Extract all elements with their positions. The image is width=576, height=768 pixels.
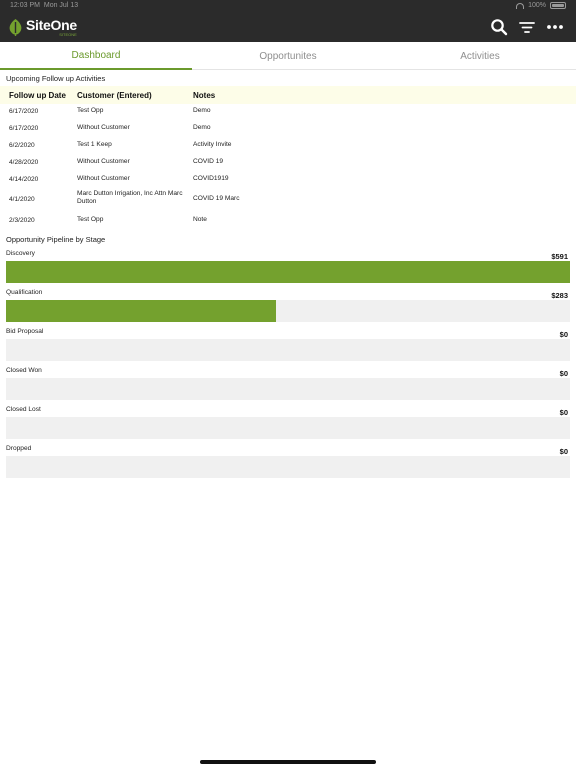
more-icon[interactable]: [546, 18, 564, 36]
row-date: 4/28/2020: [9, 159, 39, 166]
row-customer: Test Opp: [77, 216, 104, 223]
stage-label: Closed Won: [6, 367, 42, 374]
stage-bar-track: [6, 378, 570, 400]
row-customer: Without Customer: [77, 175, 130, 182]
row-date: 4/1/2020: [9, 196, 35, 203]
row-notes: Demo: [193, 107, 211, 114]
brand-text: SiteOne SITEONE: [26, 18, 77, 37]
stage-label: Dropped: [6, 445, 32, 452]
stage-value: $0: [559, 408, 568, 417]
followups-table-header: Follow up Date Customer (Entered) Notes: [0, 86, 576, 104]
leaf-logo-icon: [9, 18, 22, 36]
status-bar: 12:03 PM Mon Jul 13 100%: [0, 0, 576, 12]
stage-bar-fill: [6, 261, 570, 283]
row-notes: Activity Invite: [193, 141, 232, 148]
row-notes: COVID1919: [193, 175, 229, 182]
status-date: Mon Jul 13: [43, 2, 79, 9]
stage-label: Discovery: [6, 250, 35, 257]
stage-bar-track: [6, 456, 570, 478]
row-customer: Test Opp: [77, 107, 104, 114]
stage-label: Qualification: [6, 289, 43, 296]
stage-bar-track: [6, 300, 570, 322]
row-customer: Marc Dutton Irrigation, Inc Attn Marc Du…: [77, 190, 183, 205]
app-top-bar: 12:03 PM Mon Jul 13 100% SiteOne SITEONE: [0, 0, 576, 42]
wifi-icon: [516, 2, 525, 9]
row-date: 6/2/2020: [9, 142, 35, 149]
stage-value: $283: [551, 291, 568, 300]
row-notes: COVID 19 Marc: [193, 195, 240, 202]
search-icon[interactable]: [490, 18, 508, 36]
header-followup-date: Follow up Date: [9, 91, 66, 100]
stage-value: $0: [559, 369, 568, 378]
row-customer: Without Customer: [77, 124, 130, 131]
row-customer: Test 1 Keep: [77, 141, 112, 148]
status-right: 100%: [516, 2, 566, 9]
stage-bar-track: [6, 261, 570, 283]
followups-title: Upcoming Follow up Activities: [6, 74, 106, 83]
tab-dashboard[interactable]: Dashboard: [0, 42, 192, 70]
stage-label: Closed Lost: [6, 406, 41, 413]
row-date: 6/17/2020: [9, 108, 39, 115]
status-clock: 12:03 PM: [10, 2, 40, 9]
siteone-logo: SiteOne SITEONE: [8, 16, 77, 38]
tab-bar: Dashboard Opportunites Activities: [0, 42, 576, 70]
row-date: 4/14/2020: [9, 176, 39, 183]
stage-bar-fill: [6, 300, 277, 322]
stage-bar-track: [6, 417, 570, 439]
brand-sub: SITEONE: [59, 31, 77, 37]
row-notes: Note: [193, 216, 207, 223]
home-indicator: [200, 760, 376, 764]
status-time: 12:03 PM Mon Jul 13: [10, 2, 78, 9]
header-notes: Notes: [193, 91, 216, 100]
row-customer: Without Customer: [77, 158, 130, 165]
top-actions: [490, 18, 564, 36]
stage-value: $0: [559, 330, 568, 339]
battery-icon: [550, 2, 566, 9]
stage-value: $591: [551, 252, 568, 261]
pipeline-title: Opportunity Pipeline by Stage: [6, 235, 106, 244]
brand-name: SiteOne: [26, 16, 77, 33]
stage-bar-track: [6, 339, 570, 361]
row-date: 2/3/2020: [9, 217, 35, 224]
stage-value: $0: [559, 447, 568, 456]
tab-opportunities[interactable]: Opportunites: [192, 42, 384, 70]
row-date: 6/17/2020: [9, 125, 39, 132]
header-customer: Customer (Entered): [77, 91, 152, 100]
filter-icon[interactable]: [518, 18, 536, 36]
row-notes: COVID 19: [193, 158, 224, 165]
row-notes: Demo: [193, 124, 211, 131]
stage-label: Bid Proposal: [6, 328, 44, 335]
battery-percent: 100%: [528, 2, 546, 9]
tab-activities[interactable]: Activities: [384, 42, 576, 70]
